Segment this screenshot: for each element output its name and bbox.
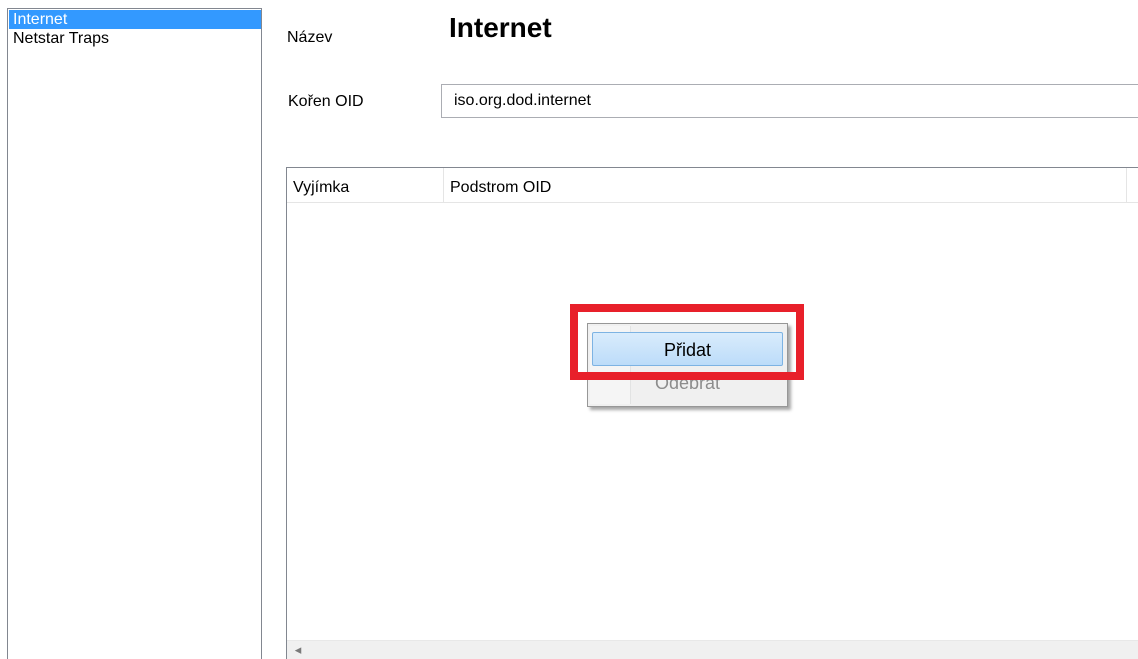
name-label: Název <box>287 29 333 46</box>
listview-header: Vyjímka Podstrom OID <box>287 168 1138 203</box>
profile-list[interactable]: Internet Netstar Traps <box>7 8 262 659</box>
column-header-oid-subtree[interactable]: Podstrom OID <box>444 168 1127 202</box>
oid-root-label: Kořen OID <box>288 93 364 110</box>
list-item-internet[interactable]: Internet <box>9 10 261 29</box>
oid-root-input[interactable] <box>441 84 1138 118</box>
exceptions-listview[interactable]: Vyjímka Podstrom OID ◂ <box>286 167 1138 659</box>
column-header-exception[interactable]: Vyjímka <box>287 168 444 202</box>
horizontal-scrollbar[interactable]: ◂ <box>287 640 1138 659</box>
menu-item-add[interactable]: Přidat <box>592 332 783 366</box>
scroll-left-icon[interactable]: ◂ <box>291 642 305 658</box>
name-value: Internet <box>449 12 552 43</box>
list-item-netstar-traps[interactable]: Netstar Traps <box>9 29 261 48</box>
menu-item-remove[interactable]: Odebrat <box>592 370 783 396</box>
context-menu: Přidat Odebrat <box>587 323 788 407</box>
